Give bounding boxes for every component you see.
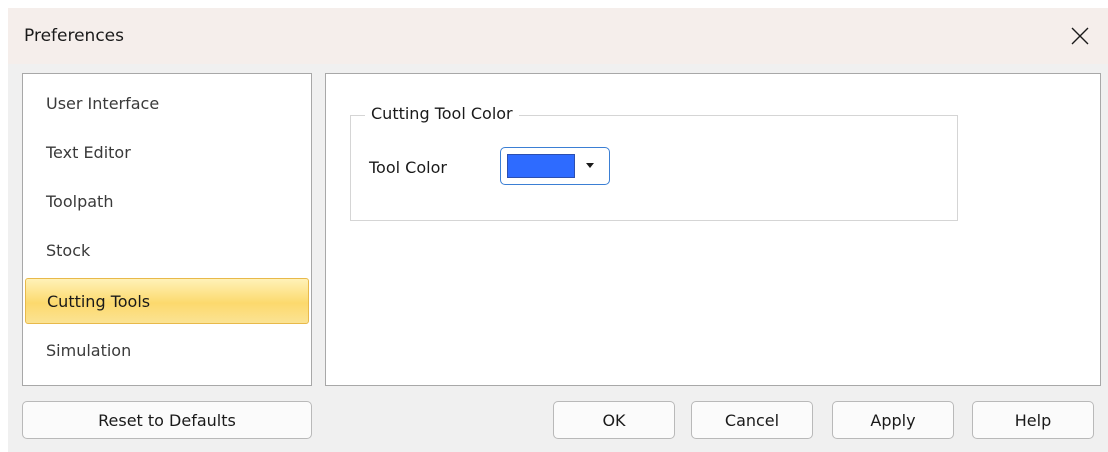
group-title: Cutting Tool Color bbox=[365, 104, 519, 123]
tool-color-picker[interactable] bbox=[500, 147, 610, 185]
nav-item-toolpath[interactable]: Toolpath bbox=[25, 178, 309, 224]
cancel-button[interactable]: Cancel bbox=[691, 401, 813, 439]
nav-item-label: Cutting Tools bbox=[47, 291, 151, 311]
nav-item-stock[interactable]: Stock bbox=[25, 227, 309, 273]
title-bar: Preferences bbox=[8, 8, 1108, 64]
color-swatch bbox=[507, 154, 575, 178]
nav-item-label: Stock bbox=[46, 240, 91, 260]
nav-item-simulation[interactable]: Simulation bbox=[25, 327, 309, 373]
close-icon bbox=[1071, 27, 1089, 45]
settings-panel: Cutting Tool Color Tool Color bbox=[325, 73, 1101, 386]
nav-item-label: Simulation bbox=[46, 340, 132, 360]
tool-color-label: Tool Color bbox=[369, 158, 447, 177]
nav-item-label: User Interface bbox=[46, 93, 160, 113]
category-list: User Interface Text Editor Toolpath Stoc… bbox=[22, 73, 312, 386]
chevron-down-icon bbox=[586, 163, 594, 168]
nav-item-cutting-tools[interactable]: Cutting Tools bbox=[25, 278, 309, 324]
nav-item-label: Toolpath bbox=[46, 191, 114, 211]
window-title: Preferences bbox=[24, 26, 124, 46]
reset-button-label: Reset to Defaults bbox=[98, 410, 236, 430]
apply-button[interactable]: Apply bbox=[832, 401, 954, 439]
reset-to-defaults-button[interactable]: Reset to Defaults bbox=[22, 401, 312, 439]
preferences-dialog: Preferences User Interface Text Editor T… bbox=[8, 8, 1108, 452]
ok-button-label: OK bbox=[602, 410, 626, 430]
ok-button[interactable]: OK bbox=[553, 401, 675, 439]
help-button-label: Help bbox=[1014, 410, 1052, 430]
cancel-button-label: Cancel bbox=[724, 410, 780, 430]
help-button[interactable]: Help bbox=[972, 401, 1094, 439]
apply-button-label: Apply bbox=[870, 410, 916, 430]
nav-item-user-interface[interactable]: User Interface bbox=[25, 80, 309, 126]
close-button[interactable] bbox=[1052, 8, 1108, 64]
nav-item-label: Text Editor bbox=[46, 142, 131, 162]
nav-item-text-editor[interactable]: Text Editor bbox=[25, 129, 309, 175]
cutting-tool-color-group: Cutting Tool Color Tool Color bbox=[350, 104, 958, 221]
